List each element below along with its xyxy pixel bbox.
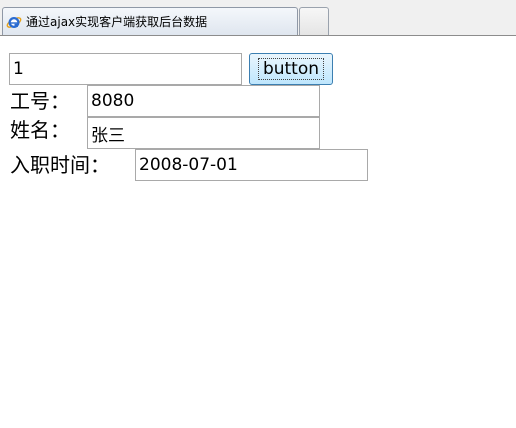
name-field[interactable] <box>87 117 320 149</box>
browser-tab[interactable]: 通过ajax实现客户端获取后台数据 <box>2 7 298 35</box>
new-tab-button[interactable] <box>299 7 329 35</box>
name-label: 姓名： <box>10 118 70 142</box>
employee-no-label: 工号： <box>10 89 70 113</box>
hire-date-label: 入职时间： <box>10 153 110 177</box>
page-content: button 工号： 姓名： 入职时间： <box>0 37 516 428</box>
browser-tab-strip: 通过ajax实现客户端获取后台数据 <box>0 0 516 36</box>
id-input[interactable] <box>9 53 242 85</box>
employee-no-field[interactable] <box>87 85 320 117</box>
browser-tab-title: 通过ajax实现客户端获取后台数据 <box>26 15 208 29</box>
submit-button-label: button <box>257 58 325 80</box>
ie-icon <box>6 16 22 28</box>
submit-button[interactable]: button <box>249 53 333 85</box>
hire-date-field[interactable] <box>135 149 368 181</box>
